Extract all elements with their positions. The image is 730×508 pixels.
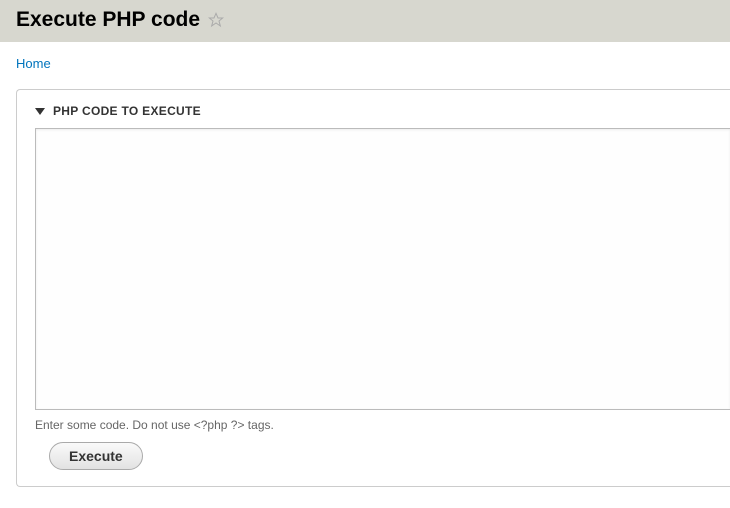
php-code-fieldset: PHP CODE TO EXECUTE Enter some code. Do …	[16, 89, 730, 487]
star-icon[interactable]	[208, 12, 224, 28]
breadcrumb-home-link[interactable]: Home	[16, 56, 51, 71]
page-title: Execute PHP code	[16, 8, 200, 32]
fieldset-legend-text: PHP CODE TO EXECUTE	[53, 104, 201, 118]
chevron-down-icon	[35, 108, 45, 115]
fieldset-legend[interactable]: PHP CODE TO EXECUTE	[35, 104, 730, 118]
help-text: Enter some code. Do not use <?php ?> tag…	[35, 418, 730, 432]
execute-button[interactable]: Execute	[49, 442, 143, 470]
php-code-textarea[interactable]	[35, 128, 730, 410]
breadcrumb: Home	[0, 42, 730, 85]
header-bar: Execute PHP code	[0, 0, 730, 42]
